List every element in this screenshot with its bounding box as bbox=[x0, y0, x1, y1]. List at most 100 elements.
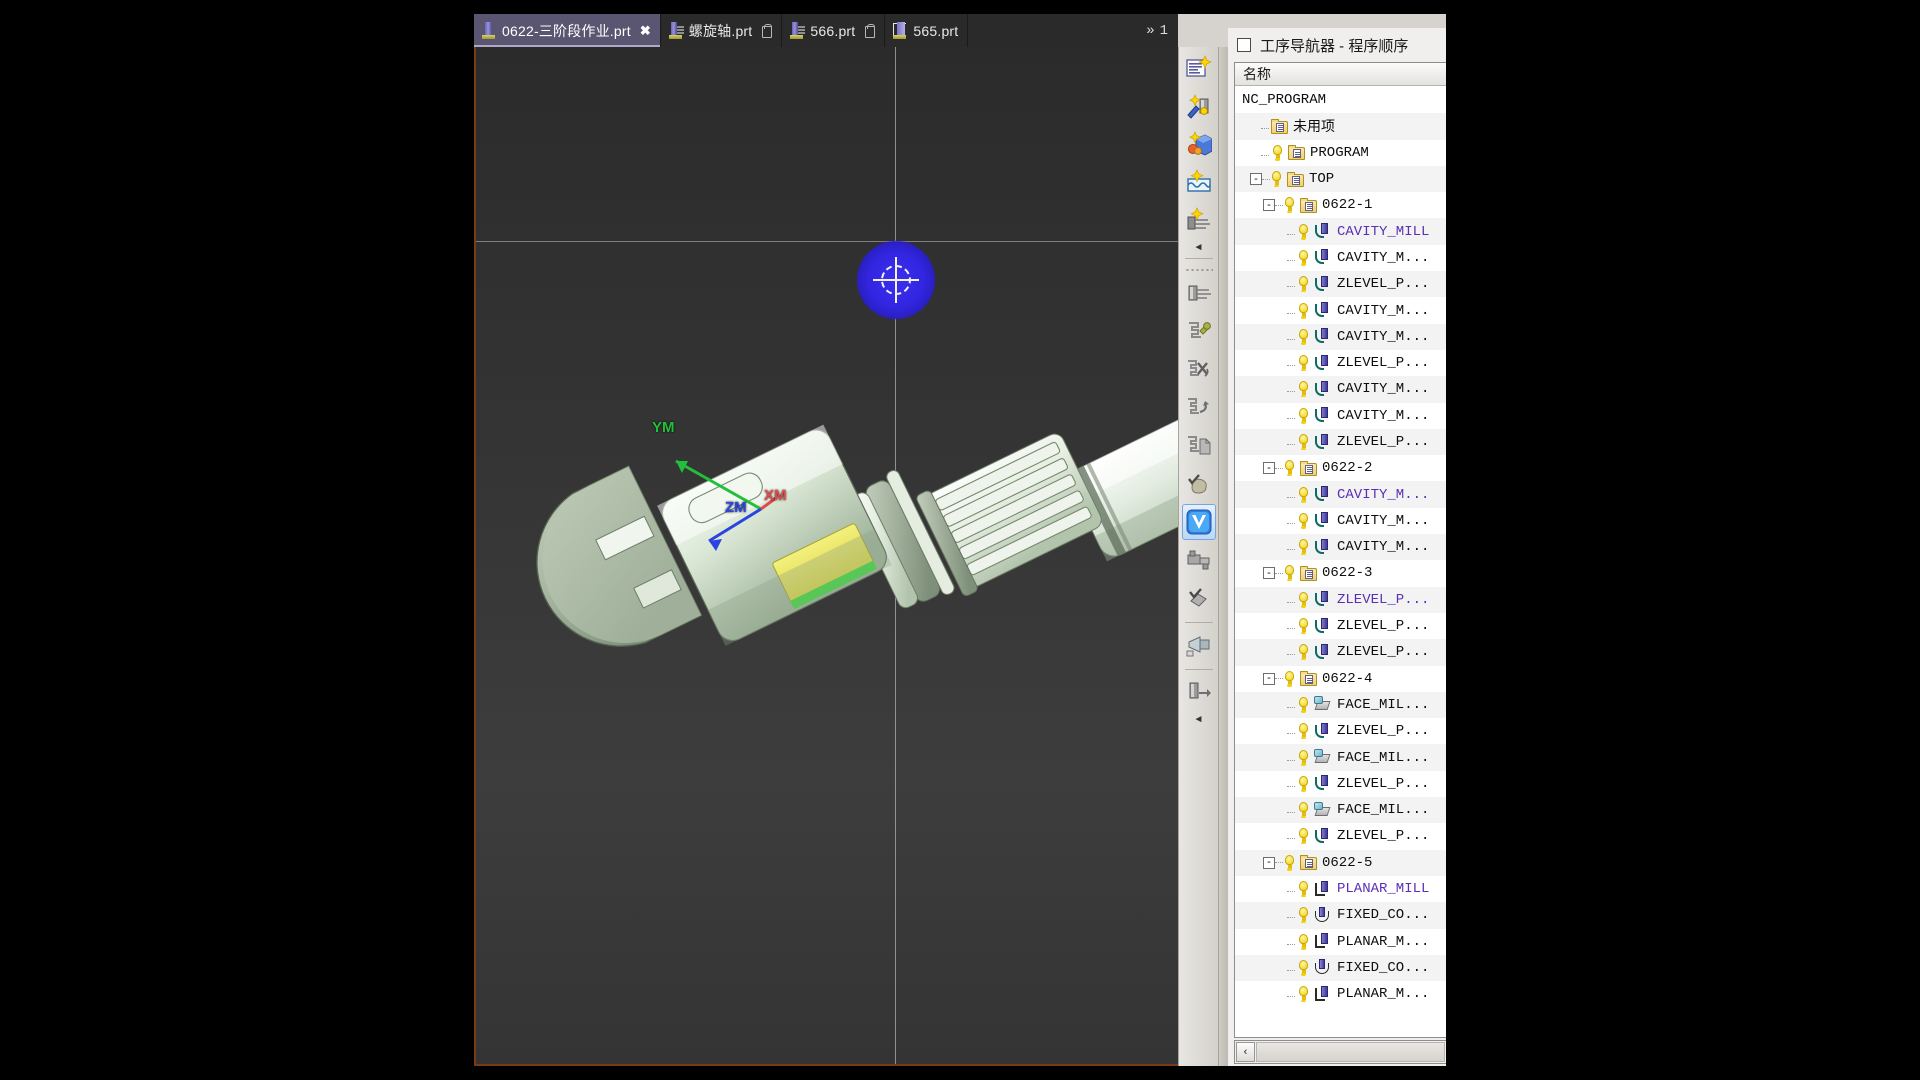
lock-icon[interactable] bbox=[864, 24, 876, 38]
part-tab-3[interactable]: 565.prt bbox=[885, 14, 969, 47]
tree-row[interactable]: CAVITY_MILL bbox=[1235, 218, 1446, 245]
tree-row[interactable]: PLANAR_M... bbox=[1235, 929, 1446, 955]
tree-row[interactable]: CAVITY_M... bbox=[1235, 376, 1446, 403]
scrollbar-track[interactable] bbox=[1256, 1042, 1445, 1062]
tree-row[interactable]: FACE_MIL... bbox=[1235, 797, 1446, 824]
tree-row[interactable]: CAVITY_M... bbox=[1235, 403, 1446, 429]
tree-expander-collapse-icon[interactable]: - bbox=[1263, 672, 1275, 685]
create-geometry-icon[interactable] bbox=[1182, 126, 1216, 162]
part-tab-0[interactable]: 0622-三阶段作业.prt ✖ bbox=[474, 14, 661, 47]
crosshair-reticle-cursor[interactable] bbox=[873, 257, 919, 303]
tree-row[interactable]: FACE_MIL... bbox=[1235, 744, 1446, 771]
regenerate-warning-bulb-icon[interactable] bbox=[1297, 986, 1310, 1003]
tree-row[interactable]: - 0622-2 bbox=[1235, 455, 1446, 481]
regenerate-warning-bulb-icon[interactable] bbox=[1283, 197, 1296, 214]
regenerate-warning-bulb-icon[interactable] bbox=[1297, 434, 1310, 450]
tree-row[interactable]: ZLEVEL_P... bbox=[1235, 350, 1446, 376]
tree-row[interactable]: NC_PROGRAM bbox=[1235, 87, 1446, 113]
regenerate-warning-bulb-icon[interactable] bbox=[1283, 460, 1296, 477]
part-tab-1[interactable]: 螺旋轴.prt bbox=[661, 14, 783, 47]
transform-toolpath-icon[interactable] bbox=[1182, 580, 1216, 616]
tree-row[interactable]: CAVITY_M... bbox=[1235, 297, 1446, 323]
regenerate-warning-bulb-icon[interactable] bbox=[1297, 775, 1310, 792]
regenerate-warning-bulb-icon[interactable] bbox=[1271, 144, 1284, 161]
tree-row[interactable]: PLANAR_MILL bbox=[1235, 876, 1446, 902]
regenerate-warning-bulb-icon[interactable] bbox=[1283, 854, 1296, 871]
navigator-horizontal-scrollbar[interactable]: ‹ bbox=[1234, 1040, 1446, 1064]
tree-row[interactable]: FIXED_CO... bbox=[1235, 902, 1446, 929]
vericut-simulation-icon[interactable] bbox=[1181, 504, 1216, 540]
tree-row[interactable]: ZLEVEL_P... bbox=[1235, 586, 1446, 613]
tree-row[interactable]: ZLEVEL_P... bbox=[1235, 428, 1446, 456]
regenerate-warning-bulb-icon[interactable] bbox=[1283, 565, 1296, 582]
graphics-viewport[interactable]: YM XM ZM bbox=[474, 47, 1178, 1066]
operation-tree[interactable]: NC_PROGRAM 未用项 PROGRAM - TOP - 0622-1 CAVITY_MI… bbox=[1235, 87, 1446, 1037]
tree-expander-collapse-icon[interactable]: - bbox=[1250, 173, 1262, 186]
toolbar-grip-dots-1[interactable] bbox=[1184, 265, 1213, 273]
tree-row[interactable]: 未用项 bbox=[1235, 113, 1446, 140]
regenerate-warning-bulb-icon[interactable] bbox=[1297, 249, 1310, 266]
regenerate-warning-bulb-icon[interactable] bbox=[1297, 302, 1310, 319]
regenerate-warning-bulb-icon[interactable] bbox=[1297, 933, 1310, 950]
regenerate-warning-bulb-icon[interactable] bbox=[1297, 723, 1310, 740]
regenerate-warning-bulb-icon[interactable] bbox=[1297, 696, 1310, 713]
scroll-left-button[interactable]: ‹ bbox=[1236, 1042, 1255, 1062]
regenerate-warning-bulb-icon[interactable] bbox=[1297, 802, 1310, 819]
regenerate-warning-bulb-icon[interactable] bbox=[1283, 670, 1296, 687]
verify-toolpath-icon[interactable] bbox=[1182, 352, 1216, 388]
simulate-toolpath-icon[interactable] bbox=[1182, 390, 1216, 426]
create-method-icon[interactable] bbox=[1182, 164, 1216, 200]
regenerate-warning-bulb-icon[interactable] bbox=[1270, 171, 1283, 188]
tree-row[interactable]: PROGRAM bbox=[1235, 140, 1446, 166]
tree-row[interactable]: PLANAR_M... bbox=[1235, 981, 1446, 1007]
regenerate-warning-bulb-icon[interactable] bbox=[1297, 749, 1310, 766]
tree-row[interactable]: - 0622-1 bbox=[1235, 192, 1446, 218]
tree-row[interactable]: ZLEVEL_P... bbox=[1235, 613, 1446, 639]
replay-toolpath-icon[interactable] bbox=[1182, 314, 1216, 350]
regenerate-warning-bulb-icon[interactable] bbox=[1297, 486, 1310, 503]
tree-row[interactable]: ZLEVEL_P... bbox=[1235, 639, 1446, 666]
tree-row[interactable]: CAVITY_M... bbox=[1235, 323, 1446, 350]
regenerate-warning-bulb-icon[interactable] bbox=[1297, 407, 1310, 424]
tree-row[interactable]: ZLEVEL_P... bbox=[1235, 271, 1446, 298]
regenerate-warning-bulb-icon[interactable] bbox=[1297, 959, 1310, 976]
generate-toolpath-icon[interactable] bbox=[1182, 276, 1216, 312]
tree-expander-collapse-icon[interactable]: - bbox=[1263, 856, 1275, 869]
postprocess-icon[interactable] bbox=[1182, 627, 1216, 663]
tree-row[interactable]: FIXED_CO... bbox=[1235, 954, 1446, 982]
regenerate-warning-bulb-icon[interactable] bbox=[1297, 644, 1310, 661]
tab-close-icon[interactable]: ✖ bbox=[640, 24, 651, 37]
tree-row[interactable]: - 0622-4 bbox=[1235, 666, 1446, 692]
collapse-arrow-1[interactable]: ◄ bbox=[1182, 240, 1216, 254]
tree-row[interactable]: - 0622-5 bbox=[1235, 849, 1446, 876]
regenerate-warning-bulb-icon[interactable] bbox=[1297, 328, 1310, 345]
lock-icon[interactable] bbox=[761, 24, 773, 38]
tree-row[interactable]: ZLEVEL_P... bbox=[1235, 771, 1446, 797]
tree-row[interactable]: CAVITY_M... bbox=[1235, 481, 1446, 508]
regenerate-warning-bulb-icon[interactable] bbox=[1297, 276, 1310, 293]
tree-row[interactable]: CAVITY_M... bbox=[1235, 245, 1446, 271]
regenerate-warning-bulb-icon[interactable] bbox=[1297, 828, 1310, 845]
regenerate-warning-bulb-icon[interactable] bbox=[1297, 355, 1310, 372]
machine-simulation-icon[interactable] bbox=[1182, 542, 1216, 578]
tree-row[interactable]: CAVITY_M... bbox=[1235, 534, 1446, 561]
regenerate-warning-bulb-icon[interactable] bbox=[1297, 907, 1310, 924]
tree-row[interactable]: ZLEVEL_P... bbox=[1235, 823, 1446, 849]
regenerate-warning-bulb-icon[interactable] bbox=[1297, 381, 1310, 398]
create-program-icon[interactable] bbox=[1182, 50, 1216, 86]
tree-expander-collapse-icon[interactable]: - bbox=[1263, 567, 1275, 580]
collapse-arrow-2[interactable]: ◄ bbox=[1182, 712, 1216, 726]
navigator-dock-icon[interactable] bbox=[1237, 38, 1251, 52]
tree-row[interactable]: - TOP bbox=[1235, 165, 1446, 193]
tree-row[interactable]: - 0622-3 bbox=[1235, 560, 1446, 586]
regenerate-warning-bulb-icon[interactable] bbox=[1297, 618, 1310, 635]
tree-expander-collapse-icon[interactable]: - bbox=[1263, 199, 1275, 212]
regenerate-warning-bulb-icon[interactable] bbox=[1297, 591, 1310, 608]
tree-expander-collapse-icon[interactable]: - bbox=[1263, 462, 1275, 475]
regenerate-warning-bulb-icon[interactable] bbox=[1297, 539, 1310, 556]
tab-overflow-control[interactable]: » 1 bbox=[1136, 14, 1178, 47]
tree-row[interactable]: CAVITY_M... bbox=[1235, 508, 1446, 534]
panel-splitter[interactable] bbox=[1218, 47, 1228, 1066]
list-toolpath-icon[interactable] bbox=[1182, 428, 1216, 464]
regenerate-warning-bulb-icon[interactable] bbox=[1297, 881, 1310, 898]
